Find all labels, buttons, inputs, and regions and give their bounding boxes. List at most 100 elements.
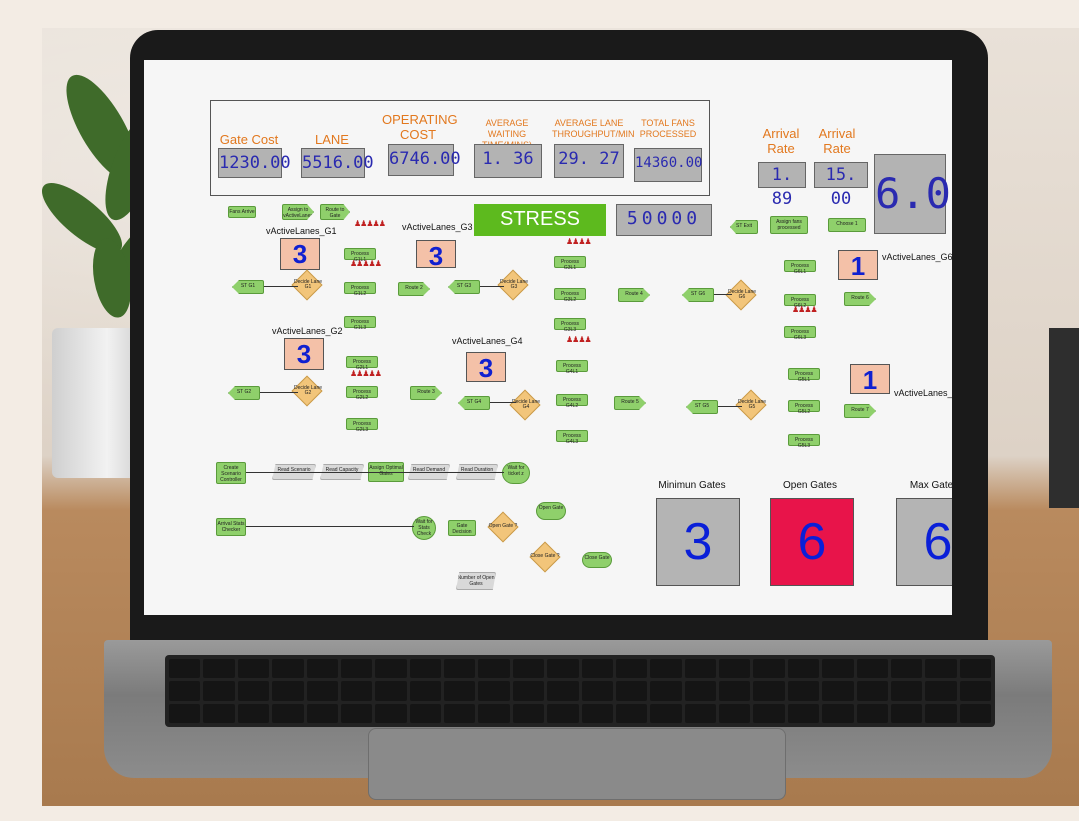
arrival-rate-label-1: Arrival Rate bbox=[762, 126, 800, 156]
decide-g6-label: Decide Lane G6 bbox=[727, 289, 757, 300]
assign-processed-node[interactable]: Assign fans processed bbox=[770, 216, 808, 234]
process-g4-1[interactable]: Process G4L1 bbox=[556, 360, 588, 375]
min-gates-value: 3 bbox=[656, 498, 740, 586]
lane-cost-value: 5516.00 bbox=[301, 148, 374, 178]
people-g4-icon: ♟♟♟♟ bbox=[566, 335, 592, 344]
max-gates-value: 6 bbox=[896, 498, 952, 586]
process-g4-2[interactable]: Process G4L2 bbox=[556, 394, 588, 409]
route3-node[interactable]: Route 3 bbox=[410, 386, 442, 400]
total-fans-value: 14360.00 bbox=[634, 148, 702, 182]
people-g6-icon: ♟♟♟♟ bbox=[792, 305, 818, 314]
lanes-g3-label: vActiveLanes_G3 bbox=[402, 222, 473, 232]
connector-line bbox=[264, 286, 298, 287]
trackpad bbox=[368, 728, 786, 800]
process-g1-2[interactable]: Process G1L2 bbox=[344, 282, 376, 297]
people-g2-icon: ♟♟♟♟♟ bbox=[350, 369, 382, 378]
process-g3-2[interactable]: Process G3L2 bbox=[554, 288, 586, 303]
avg-throughput-value: 29. 27 bbox=[554, 144, 624, 178]
operating-cost-label: OPERATING COST bbox=[382, 112, 458, 142]
lanes-g4-value: 3 bbox=[466, 352, 506, 383]
arrival-rate-value-1: 1. 89 bbox=[758, 162, 806, 209]
process-g5-2[interactable]: Process G5L2 bbox=[788, 400, 820, 415]
process-g2-3[interactable]: Process G2L3 bbox=[346, 418, 378, 433]
process-g6-1[interactable]: Process G6L1 bbox=[784, 260, 816, 275]
lanes-g3-value: 3 bbox=[416, 240, 456, 271]
arrival-rate-label-2: Arrival Rate bbox=[818, 126, 856, 156]
process-g3-3[interactable]: Process G3L3 bbox=[554, 318, 586, 333]
arrival-checker-node[interactable]: Arrival Stats Checker bbox=[216, 518, 246, 536]
process-g1-3[interactable]: Process G1L3 bbox=[344, 316, 376, 331]
lanes-g6-label: vActiveLanes_G6 bbox=[882, 252, 952, 262]
connector-line bbox=[246, 472, 504, 473]
lanes-g6-value: 1 bbox=[838, 250, 878, 281]
process-g6-3[interactable]: Process G6L3 bbox=[784, 326, 816, 341]
connector-line bbox=[480, 286, 504, 287]
people-g1-icon: ♟♟♟♟♟ bbox=[354, 219, 386, 228]
wait-stats-node[interactable]: Wait for Stats Check bbox=[412, 516, 436, 540]
route5-node[interactable]: Route 5 bbox=[614, 396, 646, 410]
process-g2-1[interactable]: Process G2L1 bbox=[346, 356, 378, 371]
total-fans-label: TOTAL FANS PROCESSED bbox=[639, 118, 697, 139]
connector-line bbox=[718, 406, 742, 407]
people-g1b-icon: ♟♟♟♟♟ bbox=[350, 259, 382, 268]
gate-cost-label: Gate Cost bbox=[219, 132, 279, 147]
route4-node[interactable]: Route 4 bbox=[618, 288, 650, 302]
close-gate-q-label: Close Gate ? bbox=[530, 553, 560, 559]
decide-g2-label: Decide Lane G2 bbox=[293, 385, 323, 396]
st-g5-node[interactable]: ST G5 bbox=[686, 400, 718, 414]
assign-lanes-node[interactable]: Assign to vActiveLanes bbox=[282, 204, 314, 220]
st-g1-node[interactable]: ST G1 bbox=[232, 280, 264, 294]
st-exit-node[interactable]: ST Exit bbox=[730, 220, 758, 234]
lanes-g5-value: 1 bbox=[850, 364, 890, 395]
decide-g1-label: Decide Lane G1 bbox=[293, 279, 323, 290]
close-gate-node[interactable]: Close Gate bbox=[582, 552, 612, 568]
decide-g5-label: Decide Lane G5 bbox=[737, 399, 767, 410]
avg-wait-value: 1. 36 bbox=[474, 144, 542, 178]
avg-throughput-label: AVERAGE LANE THROUGHPUT/MIN bbox=[552, 118, 635, 139]
st-g6-node[interactable]: ST G6 bbox=[682, 288, 714, 302]
connector-line bbox=[714, 294, 732, 295]
route6-node[interactable]: Route 6 bbox=[844, 292, 876, 306]
open-gate-q-label: Open Gate ? bbox=[488, 523, 518, 529]
open-gates-label: Open Gates bbox=[783, 480, 837, 491]
lanes-g2-value: 3 bbox=[284, 338, 324, 370]
process-g4-3[interactable]: Process G4L3 bbox=[556, 430, 588, 445]
connector-line bbox=[260, 392, 298, 393]
max-gates-label: Max Gates bbox=[909, 480, 952, 491]
process-g5-3[interactable]: Process G5L3 bbox=[788, 434, 820, 449]
people-g3-icon: ♟♟♟♟ bbox=[566, 237, 592, 246]
connector-line bbox=[246, 526, 414, 527]
gate-decision-node[interactable]: Gate Decision bbox=[448, 520, 476, 536]
lanes-g4-label: vActiveLanes_G4 bbox=[452, 336, 523, 346]
keyboard bbox=[165, 655, 995, 727]
route-gate-node[interactable]: Route to Gate bbox=[320, 204, 350, 220]
arrival-rate-value-2: 15. 00 bbox=[814, 162, 868, 209]
choose-node[interactable]: Choose 1 bbox=[828, 218, 866, 232]
lanes-g2-label: vActiveLanes_G2 bbox=[272, 326, 343, 336]
process-g5-1[interactable]: Process G5L1 bbox=[788, 368, 820, 383]
lanes-g1-value: 3 bbox=[280, 238, 320, 270]
wait-ticket-node[interactable]: Wait for ticket z bbox=[502, 462, 530, 484]
arrival-big-value: 6.00 bbox=[874, 154, 952, 234]
st-g3-node[interactable]: ST G3 bbox=[448, 280, 480, 294]
decide-g3-label: Decide Lane G3 bbox=[499, 279, 529, 290]
st-g2-node[interactable]: ST G2 bbox=[228, 386, 260, 400]
open-gate-node[interactable]: Open Gate bbox=[536, 502, 566, 520]
create-controller-node[interactable]: Create Scenario Controller bbox=[216, 462, 246, 484]
num-open-gates-node[interactable]: Number of Open Gates bbox=[456, 572, 496, 590]
st-g4-node[interactable]: ST G4 bbox=[458, 396, 490, 410]
route2-node[interactable]: Route 2 bbox=[398, 282, 430, 296]
connector-line bbox=[490, 402, 516, 403]
lanes-g5-label: vActiveLanes_G5 bbox=[894, 388, 952, 398]
fans-arrive-node[interactable]: Fans Arrive bbox=[228, 206, 256, 218]
min-gates-label: Minimun Gates bbox=[658, 480, 726, 491]
process-g3-1[interactable]: Process G3L1 bbox=[554, 256, 586, 271]
process-g2-2[interactable]: Process G2L2 bbox=[346, 386, 378, 401]
operating-cost-value: 6746.00 bbox=[388, 144, 461, 176]
gate-cost-value: 1230.00 bbox=[218, 148, 291, 178]
desk-organizer bbox=[1049, 328, 1079, 508]
route7-node[interactable]: Route 7 bbox=[844, 404, 876, 418]
open-gates-value: 6 bbox=[770, 498, 854, 586]
lanes-g1-label: vActiveLanes_G1 bbox=[266, 226, 337, 236]
stress-button[interactable]: STRESS bbox=[474, 204, 606, 236]
